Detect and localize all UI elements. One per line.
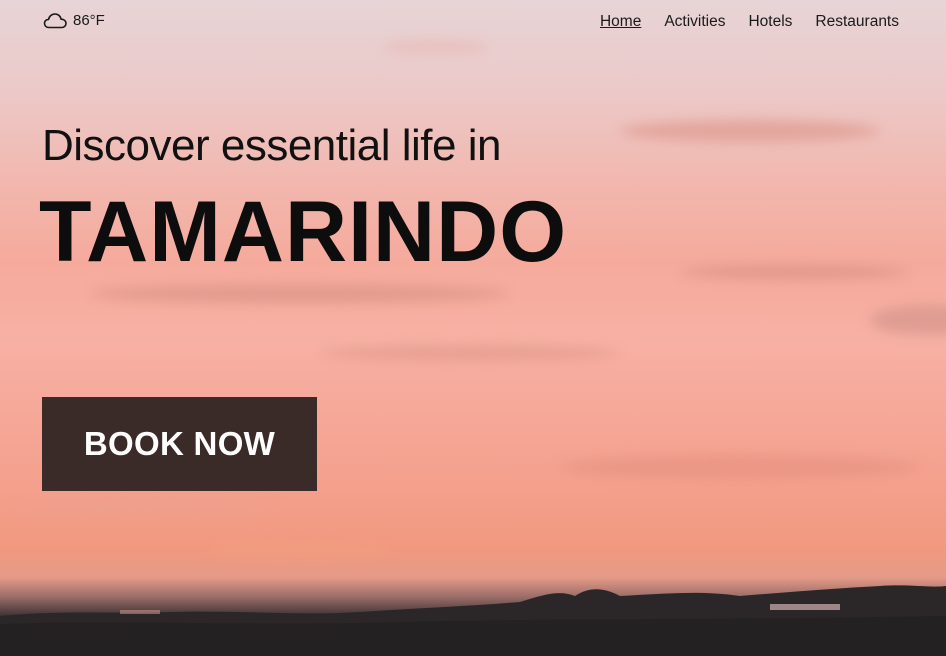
cloud-streak <box>320 345 620 361</box>
nav-link-hotels[interactable]: Hotels <box>748 13 792 31</box>
book-now-button[interactable]: BOOK NOW <box>42 397 317 491</box>
cloud-icon <box>43 12 68 29</box>
hero-headline: Discover essential life in <box>42 121 501 170</box>
nav-link-restaurants[interactable]: Restaurants <box>815 13 899 31</box>
cloud-streak <box>620 120 880 142</box>
cloud-streak <box>560 455 920 479</box>
nav-link-activities[interactable]: Activities <box>664 13 725 31</box>
cloud-streak <box>210 545 390 557</box>
cloud-streak <box>680 265 910 279</box>
temperature-label: 86°F <box>73 12 105 29</box>
top-bar: 86°F Home Activities Hotels Restaurants <box>0 0 946 46</box>
cloud-streak <box>90 285 510 303</box>
treeline-silhouette <box>0 585 946 656</box>
nav-link-home[interactable]: Home <box>600 13 641 31</box>
hero-section: 86°F Home Activities Hotels Restaurants … <box>0 0 946 656</box>
weather-widget: 86°F <box>43 12 105 29</box>
cloud-streak <box>0 500 280 514</box>
cloud-streak <box>870 305 946 335</box>
hero-place-title: TAMARINDO <box>39 184 568 280</box>
main-nav: Home Activities Hotels Restaurants <box>600 13 899 31</box>
